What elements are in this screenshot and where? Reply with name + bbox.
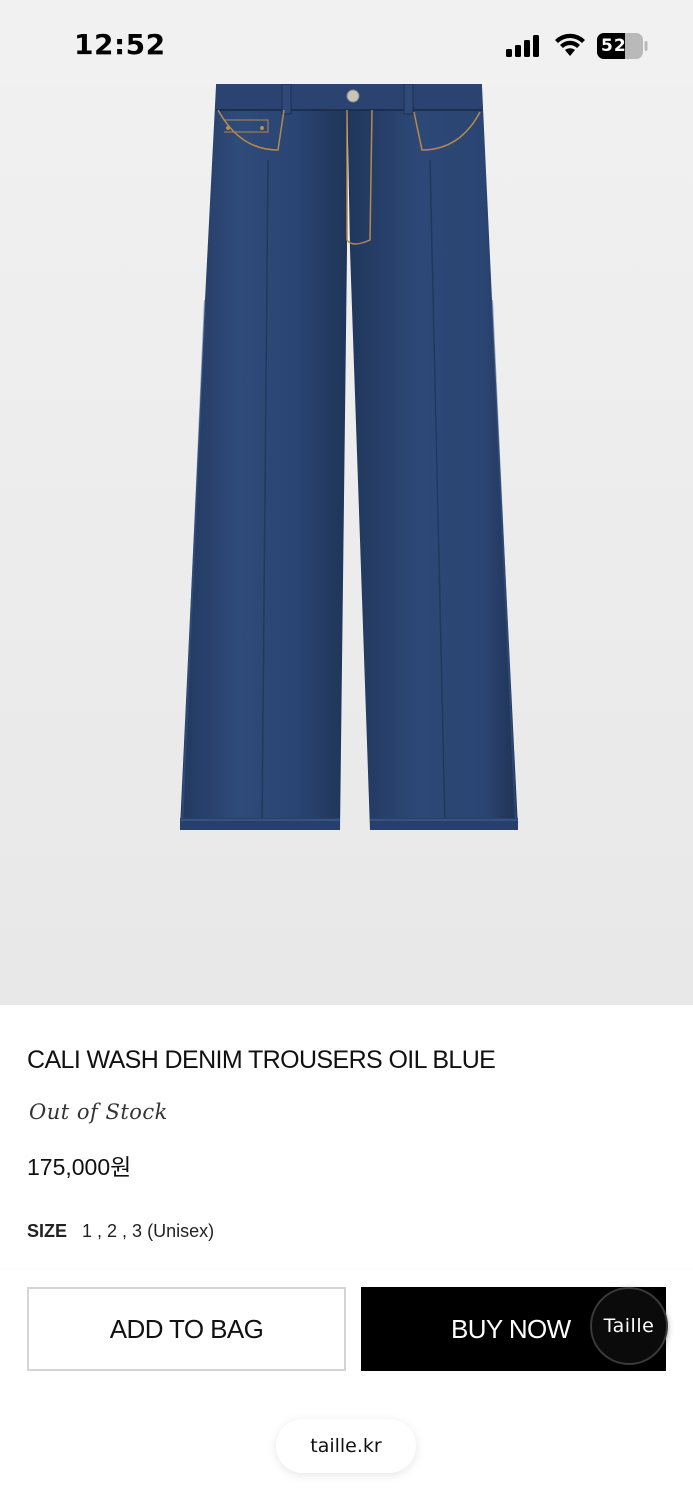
- battery-level: 52: [601, 36, 627, 56]
- taille-floating-button[interactable]: Taille: [590, 1287, 668, 1365]
- product-price: 175,000원: [27, 1154, 132, 1180]
- size-label: SIZE: [27, 1221, 68, 1241]
- size-row: SIZE 1 , 2 , 3 (Unisex): [27, 1221, 214, 1242]
- size-value: 1 , 2 , 3 (Unisex): [82, 1221, 215, 1241]
- url-pill[interactable]: taille.kr: [276, 1419, 416, 1473]
- status-time: 12:52: [74, 28, 166, 61]
- status-bar: 12:52 52: [0, 0, 693, 84]
- signal-icon: [506, 35, 539, 57]
- product-image-area[interactable]: [0, 0, 693, 1005]
- jeans-product-image: [180, 83, 518, 830]
- add-to-bag-button[interactable]: ADD TO BAG: [27, 1287, 346, 1371]
- stock-status: Out of Stock: [29, 1100, 168, 1124]
- wifi-icon: [555, 33, 585, 56]
- product-title: CALI WASH DENIM TROUSERS OIL BLUE: [27, 1046, 496, 1074]
- divider: [0, 1268, 693, 1269]
